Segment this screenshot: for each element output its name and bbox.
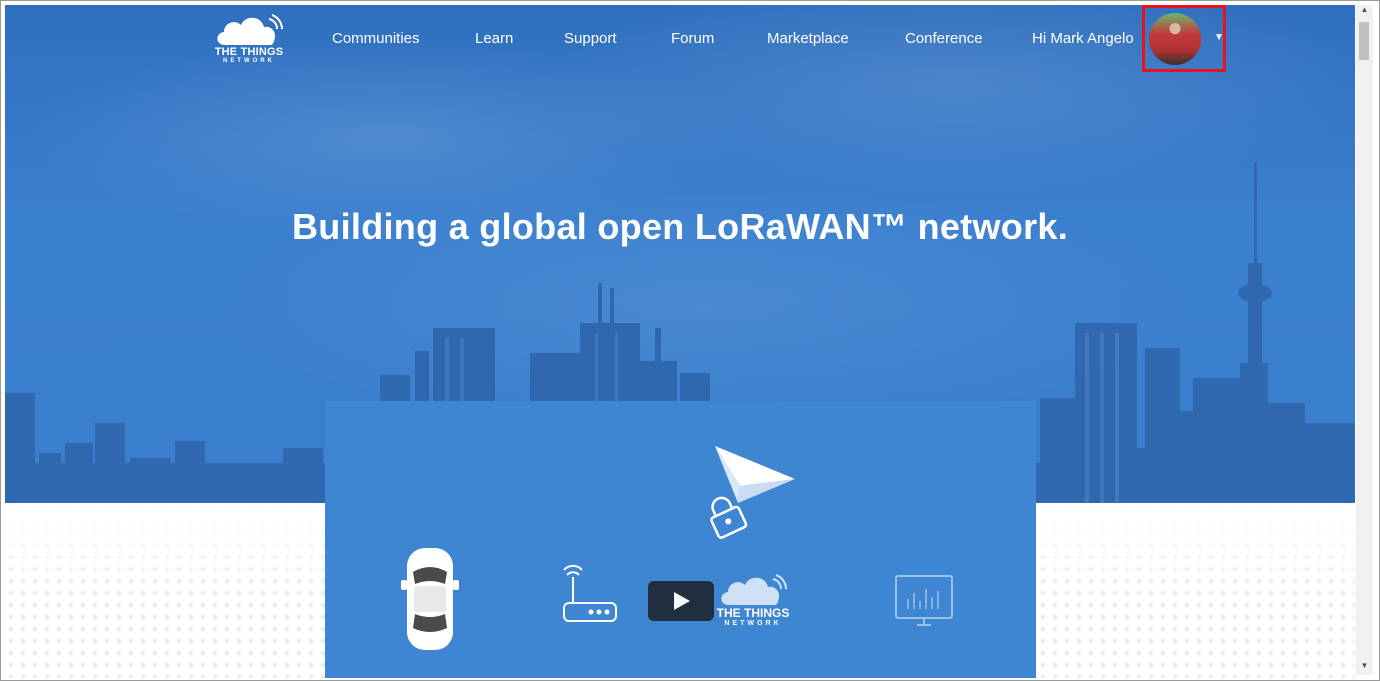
car-icon <box>401 548 459 650</box>
logo-text-primary: THE THINGS <box>214 46 284 58</box>
chevron-down-icon[interactable]: ▼ <box>1214 32 1224 43</box>
the-things-network-logo[interactable]: THE THINGS NETWORK <box>211 13 287 69</box>
hero-headline: Building a global open LoRaWAN™ network. <box>292 206 1068 247</box>
nav-marketplace[interactable]: Marketplace <box>767 28 849 50</box>
play-icon[interactable] <box>648 581 714 621</box>
video-logo-text-secondary: NETWORK <box>724 620 782 627</box>
nav-communities[interactable]: Communities <box>332 28 420 50</box>
cloud-logo-icon <box>721 574 787 605</box>
nav-forum[interactable]: Forum <box>671 28 714 50</box>
scroll-up-icon[interactable]: ▲ <box>1356 5 1373 19</box>
video-logo-text-primary: THE THINGS <box>716 606 790 620</box>
nav-learn[interactable]: Learn <box>475 28 513 50</box>
lock-icon <box>710 496 748 539</box>
logo-text-secondary: NETWORK <box>223 58 275 64</box>
dashboard-chart-icon <box>895 575 953 626</box>
user-greeting[interactable]: Hi Mark Angelo <box>1032 28 1134 50</box>
nav-support[interactable]: Support <box>564 28 617 50</box>
browser-viewport: THE THINGS NETWORK Communities Learn Sup… <box>0 0 1380 681</box>
scroll-down-icon[interactable]: ▼ <box>1356 661 1373 675</box>
cloud-logo-icon <box>217 14 283 45</box>
gateway-router-icon <box>563 564 617 622</box>
nav-conference[interactable]: Conference <box>905 28 983 50</box>
intro-video[interactable]: THE THINGS NETWORK <box>325 401 1036 678</box>
scroll-thumb[interactable] <box>1359 22 1369 60</box>
page-scrollbar[interactable]: ▲ ▼ <box>1356 5 1373 675</box>
